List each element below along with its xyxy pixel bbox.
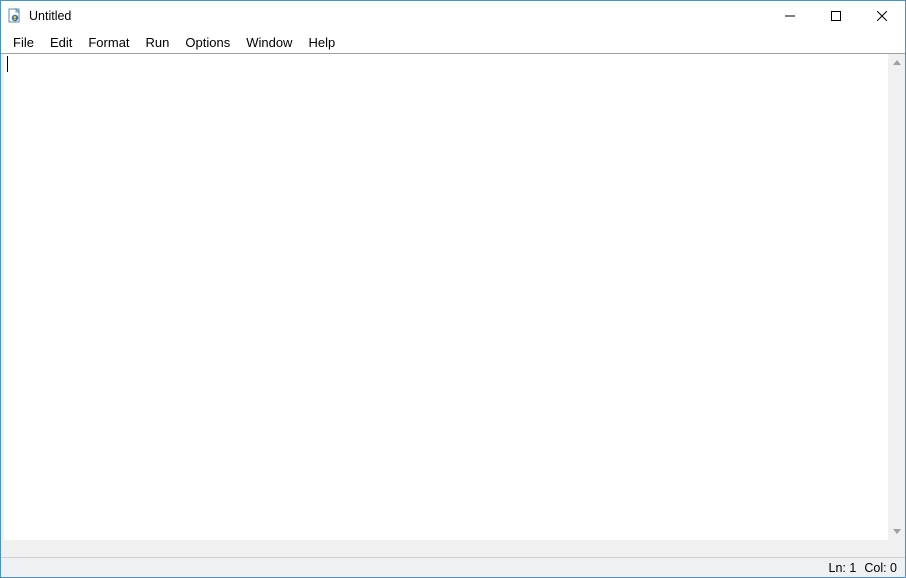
close-button[interactable] [859,1,905,31]
menubar: File Edit Format Run Options Window Help [1,31,905,53]
status-col: Col: 0 [864,561,897,575]
menu-file[interactable]: File [5,33,42,52]
scroll-down-icon[interactable] [888,523,905,540]
horizontal-scrollbar[interactable] [1,540,905,557]
menu-format[interactable]: Format [80,33,137,52]
window-controls [767,1,905,31]
close-icon [877,9,887,24]
maximize-button[interactable] [813,1,859,31]
content-area [1,53,905,540]
menu-run[interactable]: Run [138,33,178,52]
window-title: Untitled [29,9,71,23]
text-cursor [7,56,8,72]
titlebar[interactable]: Untitled [1,1,905,31]
hscroll-track[interactable] [1,540,905,557]
menu-help[interactable]: Help [300,33,343,52]
scroll-up-icon[interactable] [888,54,905,71]
maximize-icon [831,9,841,24]
code-editor[interactable] [4,54,888,540]
menu-options[interactable]: Options [177,33,238,52]
status-line: Ln: 1 [829,561,857,575]
app-icon [7,8,23,24]
menu-edit[interactable]: Edit [42,33,80,52]
vertical-scrollbar[interactable] [888,54,905,540]
minimize-button[interactable] [767,1,813,31]
statusbar: Ln: 1 Col: 0 [1,557,905,577]
app-window: Untitled File Edit Format Run [0,0,906,578]
menu-window[interactable]: Window [238,33,300,52]
minimize-icon [785,9,795,24]
